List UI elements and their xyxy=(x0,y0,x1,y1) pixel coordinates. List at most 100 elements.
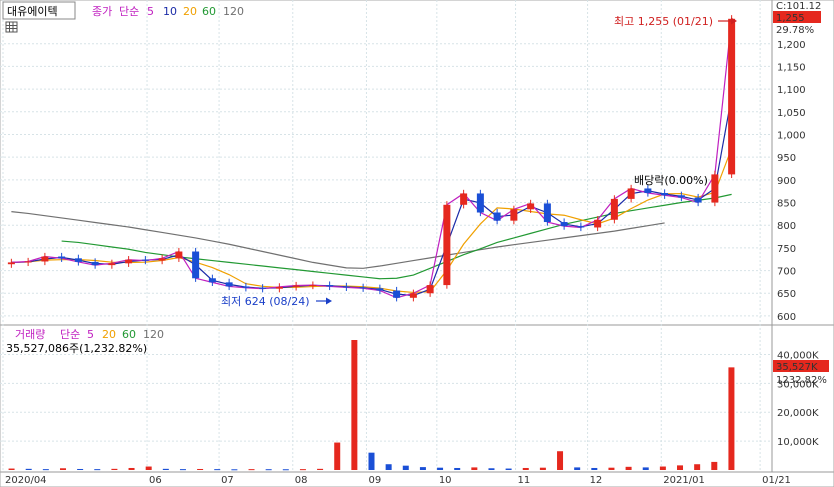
date-tick-label: 08 xyxy=(295,475,308,486)
volume-bar xyxy=(419,467,426,470)
candle-body xyxy=(242,286,250,288)
date-tick-label: 2020/04 xyxy=(5,475,47,486)
price-tick-label: 650 xyxy=(777,289,796,300)
price-tick-label: 1,000 xyxy=(777,130,806,141)
volume-bar xyxy=(94,469,101,471)
volume-bar xyxy=(334,442,341,470)
vol-ma60-label: 60 xyxy=(122,328,136,341)
candle-body xyxy=(694,197,702,203)
candle-body xyxy=(24,261,32,263)
chart-background xyxy=(0,0,834,487)
volume-bar xyxy=(25,468,32,470)
candle-body xyxy=(661,192,669,196)
stock-chart: 600 650 700 750 800 850 900 950 1,000 1,050 1,100 1… xyxy=(0,0,834,487)
candle-body xyxy=(259,287,267,289)
volume-bar xyxy=(437,467,444,470)
volume-bar xyxy=(454,467,461,470)
ma60-label: 60 xyxy=(202,5,216,18)
candle-body xyxy=(711,174,719,203)
date-tick-label: 07 xyxy=(221,475,234,486)
candle-body xyxy=(158,258,166,261)
volume-bar xyxy=(299,469,306,471)
volume-bar xyxy=(488,468,495,470)
volume-summary: 35,527,086주(1,232.82%) xyxy=(6,342,147,355)
candle-body xyxy=(510,209,518,221)
volume-bar xyxy=(42,469,49,471)
price-tick-label: 950 xyxy=(777,153,796,164)
price-tick-label: 800 xyxy=(777,221,796,232)
date-tick-label: 2021/01 xyxy=(663,475,705,486)
table-icon[interactable] xyxy=(5,21,18,33)
price-tick-label: 1,150 xyxy=(777,62,806,73)
candle-body xyxy=(208,278,216,283)
volume-ma-type: 단순 xyxy=(60,328,80,341)
volume-bar xyxy=(8,468,15,470)
candle-body xyxy=(594,219,602,228)
low-annotation: 최저 624 (08/24) xyxy=(221,295,310,308)
volume-bar xyxy=(282,469,289,471)
candle-body xyxy=(292,285,300,287)
volume-bar xyxy=(728,367,735,470)
price-tick-label: 700 xyxy=(777,267,796,278)
volume-bar xyxy=(608,467,615,470)
volume-bar xyxy=(659,466,666,470)
candle-body xyxy=(108,263,116,266)
candle-body xyxy=(91,261,99,266)
vol-tag: 35,527K xyxy=(776,362,818,373)
volume-bar xyxy=(197,468,204,470)
candle-body xyxy=(409,293,417,298)
current-tag: C:101.12 xyxy=(776,1,821,12)
date-tick-label: 11 xyxy=(518,475,531,486)
date-tick-label: 10 xyxy=(439,475,452,486)
candle-body xyxy=(460,193,468,205)
price-tag: 1,255 xyxy=(776,13,805,24)
volume-bar xyxy=(162,468,169,470)
candle-body xyxy=(7,262,15,265)
volume-bar xyxy=(214,469,221,471)
date-tick-label: 01/21 xyxy=(762,475,791,486)
date-tick-label: 09 xyxy=(368,475,381,486)
volume-bar xyxy=(248,469,255,471)
volume-bar xyxy=(402,465,409,470)
candle-body xyxy=(192,251,200,279)
candle-body xyxy=(175,251,183,259)
volume-bar xyxy=(368,452,375,470)
volume-bar xyxy=(625,466,632,470)
high-annotation: 최고 1,255 (01/21) xyxy=(614,15,713,28)
volume-bar xyxy=(642,467,649,470)
volume-tick-label: 10,000K xyxy=(777,437,819,448)
volume-bar xyxy=(385,464,392,470)
vol-ma20-label: 20 xyxy=(102,328,116,341)
volume-bar xyxy=(351,340,358,470)
volume-tick-label: 20,000K xyxy=(777,408,819,419)
price-tick-label: 750 xyxy=(777,244,796,255)
price-tick-label: 900 xyxy=(777,176,796,187)
candle-body xyxy=(493,212,501,221)
volume-bar xyxy=(591,467,598,470)
volume-bar xyxy=(59,468,66,470)
volume-bar xyxy=(231,469,238,471)
stock-name[interactable]: 대유에이텍 xyxy=(7,5,58,18)
price-tick-label: 1,200 xyxy=(777,40,806,51)
price-tick-label: 850 xyxy=(777,199,796,210)
price-tick-label: 600 xyxy=(777,312,796,323)
candle-body xyxy=(443,204,451,286)
candle-body xyxy=(74,258,82,262)
volume-bar xyxy=(317,468,324,470)
candle-body xyxy=(376,288,384,291)
date-tick-label: 12 xyxy=(590,475,603,486)
candle-body xyxy=(527,203,535,210)
candle-body xyxy=(309,285,317,287)
candle-body xyxy=(426,285,434,294)
volume-bar xyxy=(145,466,152,470)
ma10-label: 10 xyxy=(163,5,177,18)
volume-bar xyxy=(265,469,272,471)
ma5-label: 5 xyxy=(147,5,154,18)
vol-ma5-label: 5 xyxy=(87,328,94,341)
volume-bar xyxy=(111,468,118,470)
volume-bar xyxy=(179,469,186,471)
date-tick-label: 06 xyxy=(149,475,162,486)
ma120-label: 120 xyxy=(223,5,244,18)
price-label: 종가 xyxy=(92,5,112,18)
dividend-annotation: 배당락(0.00%) xyxy=(634,174,708,187)
